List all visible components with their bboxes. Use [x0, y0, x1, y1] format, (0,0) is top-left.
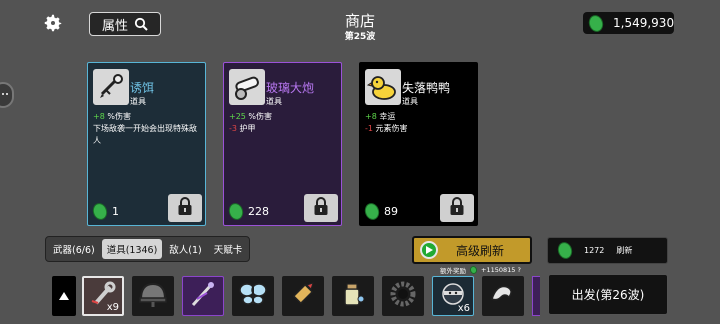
- glass-cannon-icon: [229, 69, 265, 105]
- stat-value: +8: [93, 112, 105, 121]
- lock-button[interactable]: [168, 194, 202, 222]
- stat-value: -1: [365, 124, 373, 133]
- item-name: 失落鸭鸭: [402, 81, 451, 95]
- inventory-slot[interactable]: x9: [82, 276, 124, 316]
- category-tab[interactable]: 敌人(1): [164, 239, 206, 259]
- lock-icon: [177, 196, 193, 220]
- bonus-label: 额外奖励: [440, 267, 466, 275]
- expand-inventory-button[interactable]: [52, 276, 76, 316]
- settings-gear-icon[interactable]: [42, 12, 64, 34]
- stat-text: %伤害: [245, 112, 273, 121]
- page-title: 商店: [344, 12, 375, 30]
- stat-line: 下场敌袭一开始会出现特殊敌人: [93, 123, 203, 147]
- price-value: 228: [248, 205, 269, 218]
- stat-text: 护甲: [236, 124, 256, 133]
- depart-label: 出发(第26波): [571, 288, 645, 302]
- stat-value: +25: [229, 112, 246, 121]
- rubber-duck-icon: [365, 69, 401, 105]
- gem-icon: [362, 201, 382, 222]
- stat-line: -1 元素伤害: [365, 123, 475, 135]
- wave-icon: [487, 279, 519, 313]
- stat-line: +25 %伤害: [229, 111, 339, 123]
- bonus-value: +1150815 ?: [481, 266, 521, 274]
- stat-text: %伤害: [104, 112, 131, 121]
- item-name: 玻璃大炮: [266, 81, 315, 95]
- item-price: 228: [226, 201, 269, 222]
- inventory-slot-partial[interactable]: [532, 276, 540, 316]
- currency-amount: 1,549,930: [613, 16, 675, 30]
- helmet-icon: [137, 279, 169, 313]
- price-value: 1: [112, 205, 119, 218]
- inventory-slot[interactable]: [182, 276, 224, 316]
- butterfly-icon: [237, 279, 269, 313]
- inventory-slot[interactable]: [332, 276, 374, 316]
- item-stats: +8 幸运 -1 元素伤害: [365, 111, 475, 135]
- stat-line: -3 护甲: [229, 123, 339, 135]
- shop-card[interactable]: 失落鸭鸭 道具 +8 幸运 -1 元素伤害 89: [359, 62, 478, 226]
- inventory-slot[interactable]: [232, 276, 274, 316]
- item-price: 89: [362, 201, 398, 222]
- bait-icon: [93, 69, 129, 105]
- play-icon: [420, 241, 438, 259]
- item-type: 道具: [266, 97, 282, 106]
- refresh-button[interactable]: 1272 刷新: [547, 237, 668, 264]
- item-stats: +25 %伤害 -3 护甲: [229, 111, 339, 135]
- gem-icon: [555, 240, 575, 261]
- stat-line: +8 幸运: [365, 111, 475, 123]
- bonus-reward: 额外奖励 +1150815 ?: [440, 265, 521, 275]
- inventory-slot[interactable]: x6: [432, 276, 474, 316]
- shop-card[interactable]: 玻璃大炮 道具 +25 %伤害 -3 护甲 228: [223, 62, 342, 226]
- refresh-label: 刷新: [616, 246, 633, 255]
- arrow-up-icon: [59, 292, 69, 300]
- lock-icon: [449, 196, 465, 220]
- inventory-slot[interactable]: [482, 276, 524, 316]
- item-price: 1: [90, 201, 119, 222]
- item-stats: +8 %伤害 下场敌袭一开始会出现特殊敌人: [93, 111, 203, 147]
- stat-value: +8: [365, 112, 377, 121]
- shop-card[interactable]: 诱饵 道具 +8 %伤害 下场敌袭一开始会出现特殊敌人 1: [87, 62, 206, 226]
- refresh-cost: 1272: [584, 246, 605, 255]
- category-tab[interactable]: 道具(1346): [101, 239, 163, 259]
- item-count: x9: [106, 302, 119, 313]
- category-tab[interactable]: 天赋卡: [209, 239, 248, 259]
- search-button-label: 属性: [101, 18, 128, 34]
- bullet-icon: [287, 279, 319, 313]
- item-type: 道具: [402, 97, 418, 106]
- depart-button[interactable]: 出发(第26波): [548, 274, 668, 315]
- stat-text: 下场敌袭一开始会出现特殊敌人: [93, 124, 197, 145]
- gem-icon: [226, 201, 246, 222]
- gem-icon: [586, 12, 606, 34]
- chat-bubble-icon[interactable]: [0, 82, 14, 108]
- stat-value: -3: [229, 124, 237, 133]
- gem-icon: [90, 201, 110, 222]
- lock-button[interactable]: [440, 194, 474, 222]
- advanced-refresh-label: 高级刷新: [456, 243, 505, 258]
- gear-ring-icon: [387, 279, 419, 313]
- currency-display: 1,549,930: [583, 12, 674, 34]
- item-name: 诱饵: [130, 81, 155, 95]
- lock-icon: [313, 196, 329, 220]
- item-type: 道具: [130, 97, 146, 106]
- inventory-slot[interactable]: [132, 276, 174, 316]
- category-tab[interactable]: 武器(6/6): [48, 239, 100, 259]
- gem-icon: [468, 265, 479, 275]
- advanced-refresh-button[interactable]: 高级刷新: [412, 236, 532, 264]
- stat-line: +8 %伤害: [93, 111, 203, 123]
- inventory-slot[interactable]: [382, 276, 424, 316]
- attribute-search-button[interactable]: 属性: [89, 12, 161, 36]
- inventory-slot[interactable]: [282, 276, 324, 316]
- search-icon: [134, 17, 148, 31]
- wave-subtitle: 第25波: [344, 32, 376, 42]
- magic-wand-icon: [187, 279, 219, 313]
- item-count: x6: [457, 303, 470, 314]
- stat-text: 幸运: [376, 112, 396, 121]
- price-value: 89: [384, 205, 398, 218]
- category-tabs: 武器(6/6) 道具(1346) 敌人(1) 天赋卡: [45, 236, 251, 262]
- potion-icon: [337, 279, 369, 313]
- lock-button[interactable]: [304, 194, 338, 222]
- stat-text: 元素伤害: [372, 124, 408, 133]
